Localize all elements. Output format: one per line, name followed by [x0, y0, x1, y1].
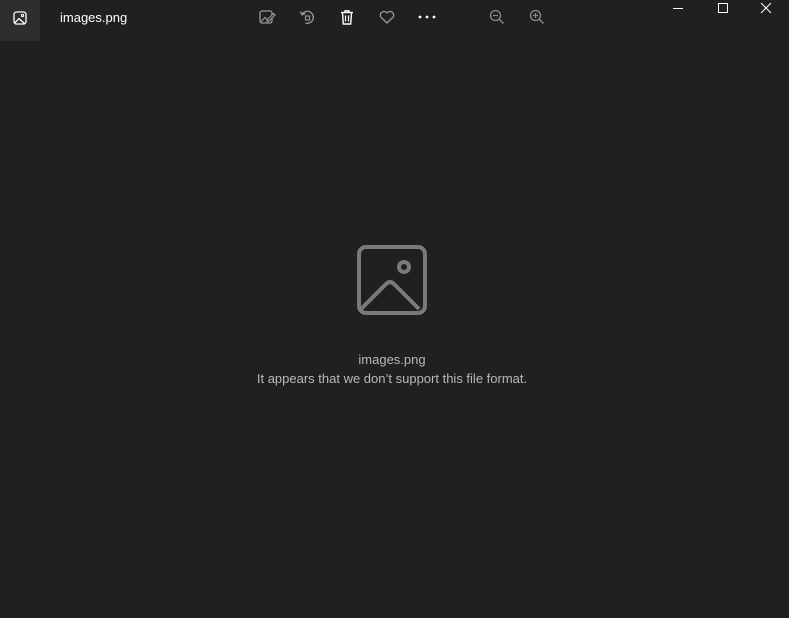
edit-image-button[interactable]: [254, 5, 280, 29]
rotate-button[interactable]: [294, 5, 320, 29]
app-icon-button[interactable]: [0, 0, 40, 41]
close-button[interactable]: [743, 0, 789, 20]
maximize-icon: [717, 1, 729, 19]
delete-icon: [338, 8, 356, 26]
delete-button[interactable]: [334, 5, 360, 29]
unsupported-format-message: It appears that we don’t support this fi…: [256, 371, 528, 386]
more-icon: [416, 8, 438, 26]
title-bar: images.png: [0, 0, 789, 41]
image-placeholder-icon: [356, 244, 428, 316]
zoom-out-button[interactable]: [484, 5, 510, 29]
minimize-button[interactable]: [655, 0, 701, 20]
photo-app-icon: [12, 10, 28, 31]
image-viewer-area: images.png It appears that we don’t supp…: [0, 41, 789, 618]
maximize-button[interactable]: [700, 0, 746, 20]
favorite-button[interactable]: [374, 5, 400, 29]
minimize-icon: [672, 1, 684, 19]
window-title: images.png: [60, 10, 128, 25]
favorite-icon: [378, 8, 396, 26]
unsupported-file-name: images.png: [358, 352, 426, 367]
photos-window: images.png images.png It appears that we…: [0, 0, 789, 618]
zoom-in-icon: [528, 8, 546, 26]
close-icon: [760, 1, 772, 19]
more-button[interactable]: [414, 5, 440, 29]
zoom-out-icon: [488, 8, 506, 26]
zoom-in-button[interactable]: [524, 5, 550, 29]
edit-image-icon: [258, 8, 276, 26]
rotate-icon: [298, 8, 316, 26]
